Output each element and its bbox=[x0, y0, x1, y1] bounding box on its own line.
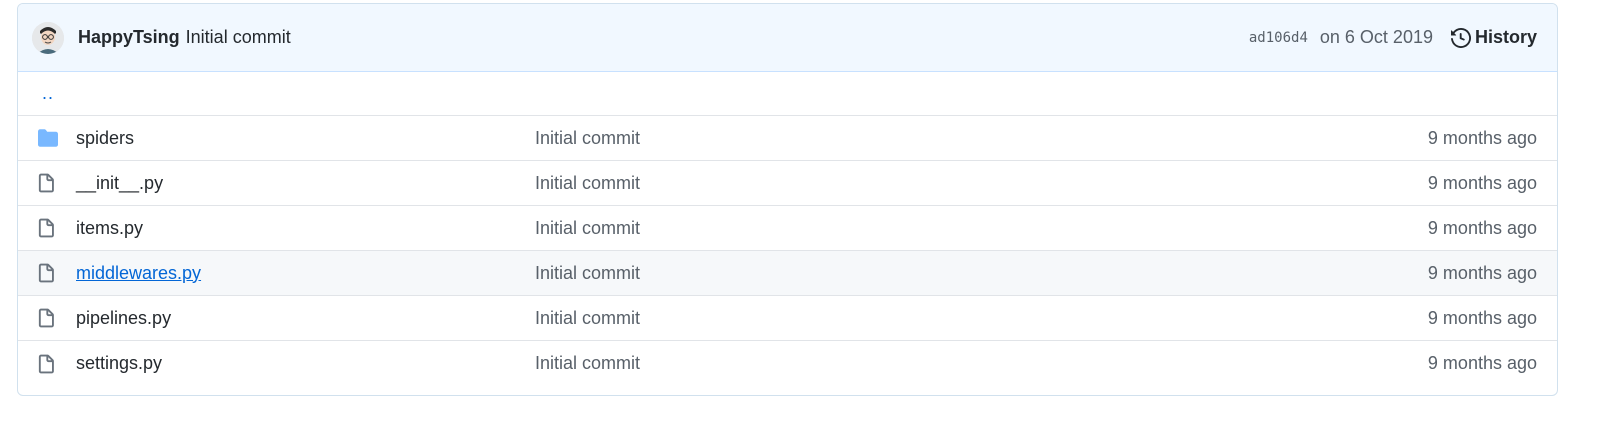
file-age: 9 months ago bbox=[1427, 262, 1537, 283]
file-name-link[interactable]: __init__.py bbox=[76, 173, 163, 193]
file-row[interactable]: spiders Initial commit 9 months ago bbox=[18, 116, 1557, 161]
file-age: 9 months ago bbox=[1427, 353, 1537, 373]
file-commit-message[interactable]: Initial commit bbox=[535, 173, 640, 193]
file-row[interactable]: __init__.py Initial commit 9 months ago bbox=[18, 161, 1557, 206]
file-name-link[interactable]: settings.py bbox=[76, 353, 162, 373]
file-icon bbox=[18, 263, 76, 283]
file-row[interactable]: pipelines.py Initial commit 9 months ago bbox=[18, 296, 1557, 341]
file-name-link[interactable]: middlewares.py bbox=[76, 263, 201, 283]
commit-sha[interactable]: ad106d4 bbox=[1249, 30, 1308, 46]
file-age: 9 months ago bbox=[1427, 307, 1537, 328]
avatar[interactable] bbox=[32, 21, 64, 54]
file-commit-message[interactable]: Initial commit bbox=[535, 218, 640, 238]
file-icon bbox=[18, 354, 76, 374]
file-commit-message[interactable]: Initial commit bbox=[535, 308, 640, 328]
commit-date: on 6 Oct 2019 bbox=[1319, 27, 1433, 47]
file-icon bbox=[18, 308, 76, 328]
file-row[interactable]: middlewares.py Initial commit 9 months ago bbox=[18, 251, 1557, 296]
file-icon bbox=[18, 173, 76, 193]
file-commit-message[interactable]: Initial commit bbox=[535, 128, 640, 148]
file-row[interactable]: settings.py Initial commit 9 months ago bbox=[18, 341, 1557, 386]
file-name-link[interactable]: pipelines.py bbox=[76, 308, 171, 328]
file-age: 9 months ago bbox=[1427, 217, 1537, 238]
history-label: History bbox=[1474, 27, 1537, 47]
avatar-icon bbox=[32, 21, 64, 54]
parent-directory-link[interactable]: .. bbox=[42, 83, 54, 104]
file-browser: HappyTsing Initial commit ad106d4 on 6 O… bbox=[17, 3, 1558, 396]
file-age: 9 months ago bbox=[1427, 127, 1537, 148]
latest-commit-bar: HappyTsing Initial commit ad106d4 on 6 O… bbox=[18, 4, 1557, 72]
file-row[interactable]: items.py Initial commit 9 months ago bbox=[18, 206, 1557, 251]
file-commit-message[interactable]: Initial commit bbox=[535, 353, 640, 373]
parent-directory-row: .. bbox=[18, 72, 1557, 116]
folder-icon bbox=[18, 129, 76, 147]
file-name-link[interactable]: items.py bbox=[76, 218, 143, 238]
file-icon bbox=[18, 218, 76, 238]
history-icon bbox=[1450, 27, 1471, 48]
file-commit-message[interactable]: Initial commit bbox=[535, 263, 640, 283]
commit-author[interactable]: HappyTsing bbox=[78, 27, 180, 48]
file-age: 9 months ago bbox=[1427, 172, 1537, 193]
commit-message[interactable]: Initial commit bbox=[186, 27, 291, 48]
history-link[interactable]: History bbox=[1450, 27, 1537, 48]
file-name-link[interactable]: spiders bbox=[76, 128, 134, 148]
